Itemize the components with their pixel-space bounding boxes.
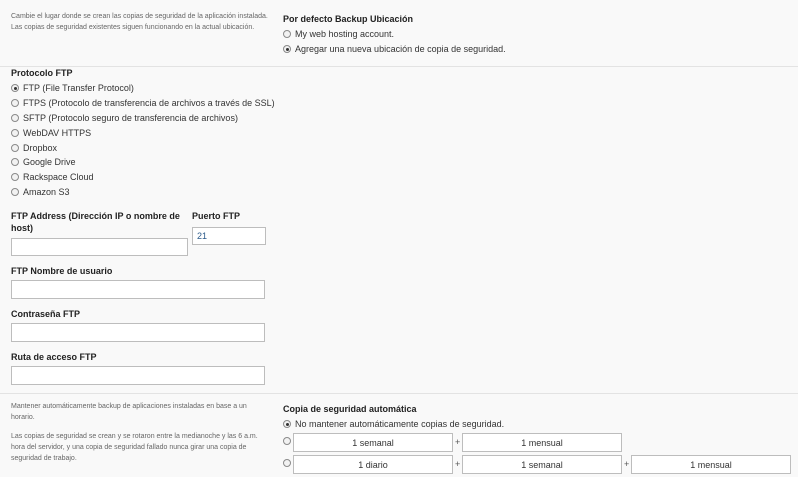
radio-icon[interactable]: [283, 30, 291, 38]
option-label: Google Drive: [23, 157, 76, 167]
radio-icon[interactable]: [11, 144, 19, 152]
ftp-address-label: FTP Address (Dirección IP o nombre de ho…: [11, 210, 189, 234]
radio-checked-icon[interactable]: [283, 45, 291, 53]
option-label: Amazon S3: [23, 187, 70, 197]
note-line: seguridad de trabajo.: [11, 455, 77, 462]
protocol-option-webdav[interactable]: WebDAV HTTPS: [11, 128, 91, 138]
schedule-weekly-box[interactable]: 1 semanal: [293, 433, 453, 452]
default-location-heading: Por defecto Backup Ubicación: [283, 14, 414, 24]
path-label: Ruta de acceso FTP: [11, 352, 97, 362]
radio-icon[interactable]: [11, 129, 19, 137]
path-input[interactable]: [11, 366, 265, 385]
username-input[interactable]: [11, 280, 265, 299]
protocol-option-google-drive[interactable]: Google Drive: [11, 157, 76, 167]
radio-icon[interactable]: [11, 158, 19, 166]
divider: [0, 66, 798, 67]
schedule-daily-box[interactable]: 1 diario: [293, 455, 453, 474]
schedule-weekly-box[interactable]: 1 semanal: [462, 455, 622, 474]
radio-checked-icon[interactable]: [11, 84, 19, 92]
radio-icon[interactable]: [11, 188, 19, 196]
ftp-address-label-line: host): [11, 223, 33, 233]
password-label: Contraseña FTP: [11, 309, 81, 319]
protocol-option-ftps[interactable]: FTPS (Protocolo de transferencia de arch…: [11, 98, 275, 108]
auto-backup-note: Mantener automáticamente backup de aplic…: [11, 401, 273, 464]
location-option-hosting[interactable]: My web hosting account.: [283, 29, 394, 39]
option-label: Rackspace Cloud: [23, 172, 94, 182]
divider: [0, 393, 798, 394]
option-label: SFTP (Protocolo seguro de transferencia …: [23, 113, 238, 123]
location-note: Cambie el lugar donde se crean las copia…: [11, 11, 273, 33]
note-line: Las copias de seguridad se crean y se ro…: [11, 433, 258, 440]
ftp-address-label-line: FTP Address (Dirección IP o nombre de: [11, 211, 180, 221]
plus-icon: +: [455, 437, 461, 447]
schedule-monthly-box[interactable]: 1 mensual: [631, 455, 791, 474]
location-option-new[interactable]: Agregar una nueva ubicación de copia de …: [283, 44, 506, 54]
option-label: FTPS (Protocolo de transferencia de arch…: [23, 98, 275, 108]
option-label: WebDAV HTTPS: [23, 128, 92, 138]
radio-checked-icon[interactable]: [283, 420, 291, 428]
option-label: No mantener automáticamente copias de se…: [295, 419, 505, 429]
port-label: Puerto FTP: [192, 211, 241, 221]
radio-icon[interactable]: [283, 459, 291, 467]
radio-icon[interactable]: [283, 437, 291, 445]
username-label: FTP Nombre de usuario: [11, 266, 113, 276]
protocol-option-rackspace[interactable]: Rackspace Cloud: [11, 172, 94, 182]
protocol-option-dropbox[interactable]: Dropbox: [11, 143, 57, 153]
protocol-option-amazon-s3[interactable]: Amazon S3: [11, 187, 70, 197]
option-label: Dropbox: [23, 143, 58, 153]
ftp-address-input[interactable]: [11, 238, 188, 256]
note-line: hora del servidor, y una copia de seguri…: [11, 444, 247, 451]
note-line: Mantener automáticamente backup de aplic…: [11, 403, 247, 410]
protocol-option-ftp[interactable]: FTP (File Transfer Protocol): [11, 83, 134, 93]
option-label: Agregar una nueva ubicación de copia de …: [295, 44, 506, 54]
auto-backup-none-option[interactable]: No mantener automáticamente copias de se…: [283, 419, 504, 429]
protocol-option-sftp[interactable]: SFTP (Protocolo seguro de transferencia …: [11, 113, 238, 123]
radio-icon[interactable]: [11, 114, 19, 122]
plus-icon: +: [624, 459, 630, 469]
location-note-line: Cambie el lugar donde se crean las copia…: [11, 13, 268, 20]
port-input[interactable]: 21: [192, 227, 266, 245]
protocol-heading: Protocolo FTP: [11, 68, 73, 78]
note-line: horario.: [11, 414, 35, 421]
option-label: FTP (File Transfer Protocol): [23, 83, 134, 93]
radio-icon[interactable]: [11, 99, 19, 107]
location-note-line: Las copias de seguridad existentes sigue…: [11, 24, 255, 31]
plus-icon: +: [455, 459, 461, 469]
radio-icon[interactable]: [11, 173, 19, 181]
password-input[interactable]: [11, 323, 265, 342]
auto-backup-heading: Copia de seguridad automática: [283, 404, 417, 414]
option-label: My web hosting account.: [295, 29, 395, 39]
schedule-monthly-box[interactable]: 1 mensual: [462, 433, 622, 452]
